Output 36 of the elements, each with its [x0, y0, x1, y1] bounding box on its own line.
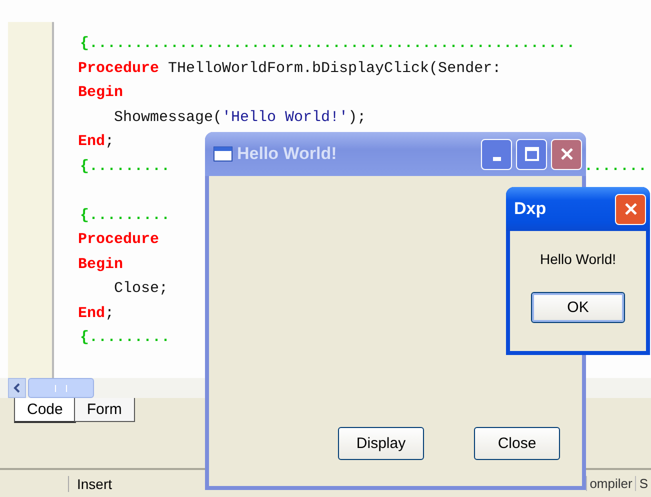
ok-button[interactable]: OK	[531, 292, 625, 323]
close-icon	[624, 202, 638, 216]
close-button[interactable]	[551, 138, 582, 170]
scrollbar-thumb[interactable]	[28, 378, 94, 398]
minimize-icon	[492, 156, 500, 160]
status-panel: S	[635, 476, 651, 491]
dialog-title: Dxp	[514, 199, 546, 219]
maximize-icon	[524, 147, 538, 161]
status-mode: Insert	[68, 476, 112, 492]
maximize-button[interactable]	[516, 138, 547, 170]
minimize-button[interactable]	[481, 138, 512, 170]
dialog-button[interactable]: Close	[474, 427, 560, 460]
chevron-left-icon	[13, 383, 21, 393]
window-icon	[213, 146, 233, 162]
code-line: Procedure THelloWorldForm.bDisplayClick(Sender:	[78, 60, 502, 76]
code-comment: {.........	[79, 206, 170, 226]
code-line: Begin	[78, 256, 124, 272]
code-line: Begin	[78, 84, 124, 101]
dialog-message: Hello World!	[540, 251, 616, 267]
status-panel: ompiler	[586, 476, 636, 491]
code-comment: {.........	[79, 328, 170, 348]
close-button[interactable]	[615, 194, 646, 224]
code-line: Showmessage('Hello World!');	[113, 108, 366, 126]
editor-tab[interactable]: Code	[14, 398, 76, 423]
code-line: End;	[78, 133, 114, 150]
code-line: End;	[78, 304, 114, 322]
editor-tab[interactable]: Form	[74, 398, 135, 422]
window-title: Hello World!	[237, 144, 337, 164]
dialog-button[interactable]: Display	[338, 427, 424, 460]
scroll-left-button[interactable]	[8, 378, 26, 398]
code-comment: .......	[582, 156, 647, 176]
code-line: Close;	[113, 280, 168, 297]
close-icon	[560, 147, 574, 161]
code-line: Procedure	[78, 231, 160, 248]
code-comment: {......................................................	[79, 34, 576, 54]
code-comment: {.........	[79, 156, 170, 176]
